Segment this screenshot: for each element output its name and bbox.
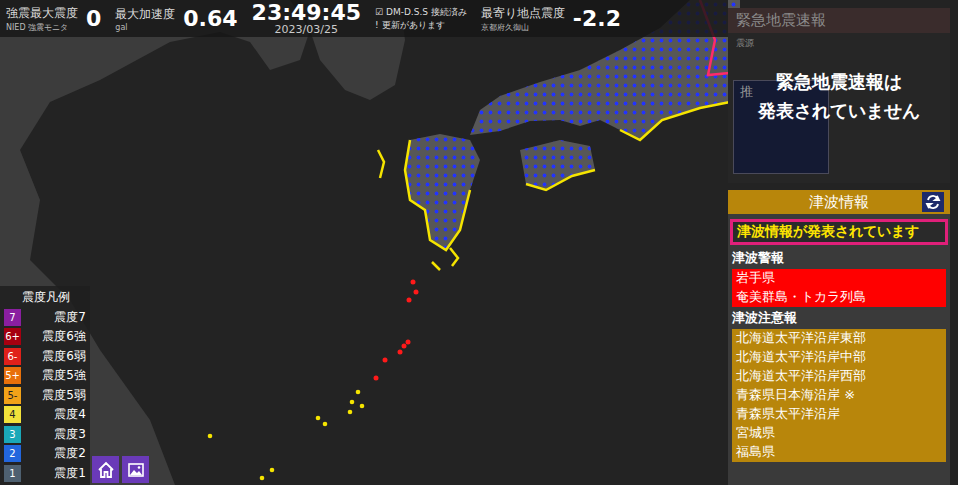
home-button[interactable] — [92, 456, 119, 483]
continent-land — [0, 0, 310, 485]
advisory-island — [356, 390, 361, 395]
warning-island — [383, 358, 388, 363]
legend-item: 6-震度6弱 — [4, 347, 88, 367]
tsunami-area: 岩手県 — [732, 269, 946, 288]
advisory-coast — [405, 140, 470, 250]
hypocenter-label: 震源 — [728, 33, 950, 54]
japan-land — [520, 140, 595, 190]
tsunami-status: 津波情報が発表されています — [730, 219, 948, 245]
advisory-coast — [378, 150, 384, 178]
station-dots — [520, 140, 595, 190]
screenshot-button[interactable] — [122, 456, 149, 483]
station-dots — [405, 134, 480, 250]
clock: 23:49:452023/03/25 — [252, 2, 361, 35]
switch-icon[interactable] — [922, 192, 944, 212]
tsunami-area: 宮城県 — [732, 424, 946, 443]
legend-item: 5-震度5弱 — [4, 386, 88, 406]
advisory-island — [323, 422, 328, 427]
advisory-island — [316, 416, 321, 421]
home-icon — [97, 461, 115, 479]
max-intensity: 強震最大震度NIED 強震モニタ0 — [6, 5, 101, 33]
tsunami-header: 津波情報 — [728, 190, 950, 214]
earthquake-viewer: 強震最大震度NIED 強震モニタ0 最大加速度gal0.64 23:49:45202… — [0, 0, 958, 485]
tsunami-area: 青森県日本海沿岸 ※ — [732, 386, 946, 405]
dmdss-status[interactable]: ☑ DM-D.S.S 接続済み! 更新があります — [375, 6, 467, 31]
advisory-coast — [526, 170, 595, 190]
tsunami-area: 奄美群島・トカラ列島 — [732, 288, 946, 307]
tsunami-panel: 津波情報津波情報が発表されています津波警報岩手県奄美群島・トカラ列島津波注意報北… — [728, 190, 950, 485]
eew-panel: 緊急地震速報震源推緊急地震速報は発表されていません — [728, 8, 950, 183]
tsunami-group: 津波注意報北海道太平洋沿岸東部北海道太平洋沿岸中部北海道太平洋沿岸西部青森県日本… — [728, 307, 950, 462]
estimate-box: 推 — [733, 80, 829, 174]
warning-island — [398, 350, 403, 355]
warning-island — [411, 280, 416, 285]
advisory-coast — [620, 100, 740, 140]
eew-title: 緊急地震速報 — [728, 8, 950, 33]
japan-land — [405, 134, 480, 250]
advisory-island — [260, 476, 265, 481]
advisory-island — [360, 404, 365, 409]
advisory-island — [350, 400, 355, 405]
tsunami-group: 津波警報岩手県奄美群島・トカラ列島 — [728, 247, 950, 307]
tsunami-area: 北海道太平洋沿岸東部 — [732, 329, 946, 348]
tsunami-area: 北海道太平洋沿岸西部 — [732, 367, 946, 386]
warning-island — [374, 376, 379, 381]
legend-item: 7震度7 — [4, 308, 88, 328]
warning-island — [402, 344, 407, 349]
warning-island — [406, 340, 411, 345]
legend-item: 6+震度6強 — [4, 327, 88, 347]
map-buttons — [92, 456, 149, 483]
advisory-island — [270, 468, 275, 473]
side-panel: 緊急地震速報震源推緊急地震速報は発表されていません津波情報津波情報が発表されてい… — [728, 8, 950, 485]
image-icon — [127, 461, 145, 479]
eew-message: 緊急地震速報は発表されていません — [728, 68, 950, 126]
max-acceleration: 最大加速度gal0.64 — [115, 6, 237, 32]
legend-item: 2震度2 — [4, 444, 88, 464]
tsunami-area: 福島県 — [732, 443, 946, 462]
warning-island — [407, 298, 412, 303]
intensity-legend: 震度凡例7震度76+震度6強6-震度6弱5+震度5強5-震度5弱4震度43震度3… — [0, 286, 90, 485]
advisory-coast — [450, 248, 458, 266]
warning-island — [414, 290, 419, 295]
top-bar: 強震最大震度NIED 強震モニタ0 最大加速度gal0.64 23:49:45202… — [0, 0, 728, 37]
legend-item: 4震度4 — [4, 405, 88, 425]
legend-item: 3震度3 — [4, 425, 88, 445]
advisory-coast — [432, 262, 440, 270]
legend-item: 5+震度5強 — [4, 366, 88, 386]
advisory-island — [208, 434, 213, 439]
legend-item: 1震度1 — [4, 464, 88, 484]
tsunami-area: 青森県太平洋沿岸 — [732, 405, 946, 424]
tsunami-area: 北海道太平洋沿岸中部 — [732, 348, 946, 367]
nearest-intensity: 最寄り地点震度京都府久御山-2.2 — [481, 5, 621, 33]
advisory-island — [348, 410, 353, 415]
